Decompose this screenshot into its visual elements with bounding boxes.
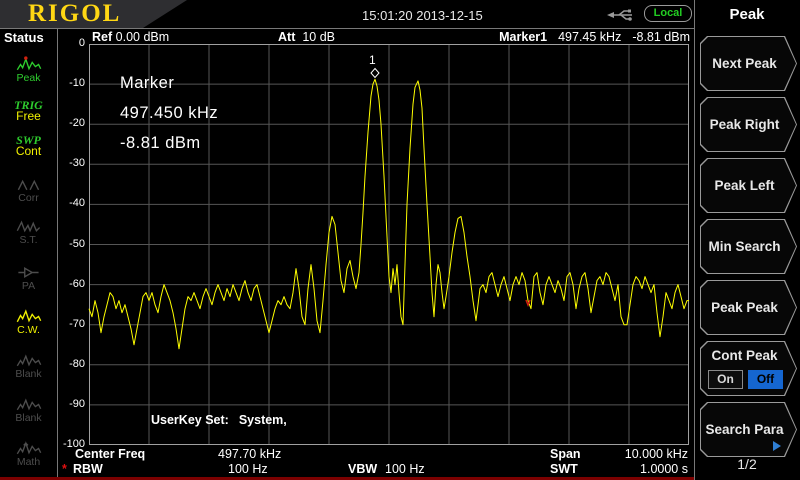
usb-icon	[606, 7, 636, 23]
menu-page-indicator: 1/2	[694, 456, 800, 472]
spectrum-plot	[0, 0, 800, 480]
marker1-readout: Marker1 497.45 kHz -8.81 dBm	[430, 30, 690, 44]
attenuation-readout: Att 10 dB	[278, 30, 335, 44]
peak-peak-button[interactable]: Peak Peak	[700, 280, 797, 335]
softkey-label: Peak Right	[702, 97, 787, 152]
userkey-message: UserKey Set: System,	[151, 413, 287, 427]
status-item-label: C.W.	[17, 324, 40, 336]
vbw-value: 100 Hz	[385, 462, 425, 476]
swt-value: 1.0000 s	[600, 462, 688, 476]
wave-blank-icon	[16, 352, 42, 369]
peak-dot-icon	[24, 56, 27, 59]
status-item-label: Blank	[15, 412, 41, 424]
ref-level-readout: Ref 0.00 dBm	[92, 30, 169, 44]
status-item-peak: Peak	[0, 56, 57, 84]
topbar-divider	[0, 28, 694, 29]
peak-left-button[interactable]: Peak Left	[700, 158, 797, 213]
y-axis-tick: -70	[58, 318, 85, 330]
marker-overlay-title: Marker	[120, 74, 174, 93]
softkey-label: Next Peak	[702, 36, 787, 91]
peak-right-button[interactable]: Peak Right	[700, 97, 797, 152]
search-para-button[interactable]: Search Para	[700, 402, 797, 457]
y-axis-tick: 0	[58, 37, 85, 49]
rbw-coupled-star: *	[62, 462, 67, 476]
att-label: Att	[278, 30, 295, 44]
center-freq-label: Center Freq	[75, 447, 145, 461]
cont-peak-on-button[interactable]: On	[708, 370, 743, 389]
status-item-cw: C.W.	[0, 308, 57, 336]
status-panel-title: Status	[4, 30, 44, 45]
softkey-label: Peak Left	[702, 158, 787, 213]
status-value: Free	[0, 111, 57, 122]
status-item-label: Peak	[17, 72, 41, 84]
min-search-button[interactable]: Min Search	[700, 219, 797, 274]
wave-cw-icon	[16, 308, 42, 325]
clock: 15:01:20 2013-12-15	[362, 8, 483, 23]
span-value: 10.000 kHz	[600, 447, 688, 461]
status-item-math: Math	[0, 440, 57, 468]
rigol-logo: RIGOL	[28, 0, 121, 28]
status-item-blank: Blank	[0, 396, 57, 424]
softkey-menu-title: Peak	[694, 6, 800, 23]
marker1-label: Marker1	[499, 30, 547, 44]
status-item-label: Blank	[15, 368, 41, 380]
status-item-st: S.T.	[0, 218, 57, 246]
status-item-corr: Corr	[0, 176, 57, 204]
next-peak-button[interactable]: Next Peak	[700, 36, 797, 91]
status-item-label: S.T.	[19, 234, 37, 246]
pa-icon	[16, 264, 42, 281]
status-item-pa: PA	[0, 264, 57, 292]
y-axis-tick: -30	[58, 157, 85, 169]
ref-label: Ref	[92, 30, 112, 44]
wave-blank-icon	[16, 396, 42, 413]
rbw-value: 100 Hz	[228, 462, 268, 476]
status-item-label: Math	[17, 456, 40, 468]
vbw-label: VBW	[348, 462, 377, 476]
y-axis-tick: -50	[58, 238, 85, 250]
wave-math-icon	[16, 440, 42, 457]
center-freq-value: 497.70 kHz	[218, 447, 281, 461]
marker-overlay-ampl: -8.81 dBm	[120, 134, 201, 153]
span-label: Span	[550, 447, 581, 461]
marker1-point-label: 1	[369, 53, 376, 67]
swt-label: SWT	[550, 462, 578, 476]
att-value: 10 dB	[302, 30, 335, 44]
marker1-diamond-icon	[371, 69, 379, 78]
wave-peak-icon	[16, 56, 42, 73]
cont-peak-button[interactable]: Cont PeakOnOff	[700, 341, 797, 396]
spectrum-analyzer-screen: RIGOL 15:01:20 2013-12-15 Local Peak Sta…	[0, 0, 800, 480]
status-item-free: TRIGFree	[0, 100, 57, 122]
wave-st-icon	[16, 218, 42, 235]
marker1-freq: 497.45 kHz	[558, 30, 621, 44]
status-item-blank: Blank	[0, 352, 57, 380]
cont-peak-toggle: On Off	[708, 370, 783, 389]
y-axis-tick: -20	[58, 117, 85, 129]
submenu-arrow-icon	[773, 441, 781, 451]
local-badge: Local	[644, 5, 692, 22]
marker-overlay-freq: 497.450 kHz	[120, 104, 218, 123]
menu-divider	[694, 0, 695, 480]
wave-corr-icon	[16, 176, 42, 193]
status-value: Cont	[0, 146, 57, 157]
marker1-ampl: -8.81 dBm	[632, 30, 690, 44]
status-item-label: Corr	[18, 192, 38, 204]
y-axis-tick: -80	[58, 358, 85, 370]
softkey-label: Peak Peak	[702, 280, 787, 335]
userkey-label: UserKey Set:	[151, 413, 229, 427]
softkey-label: Min Search	[702, 219, 787, 274]
ref-value: 0.00 dBm	[116, 30, 170, 44]
rbw-label: RBW	[73, 462, 103, 476]
cont-peak-off-button[interactable]: Off	[748, 370, 783, 389]
status-item-label: PA	[22, 280, 35, 292]
y-axis-tick: -60	[58, 278, 85, 290]
userkey-value: System,	[239, 413, 287, 427]
status-item-cont: SWPCont	[0, 135, 57, 157]
y-axis-tick: -10	[58, 77, 85, 89]
y-axis-tick: -90	[58, 398, 85, 410]
y-axis-tick: -40	[58, 197, 85, 209]
